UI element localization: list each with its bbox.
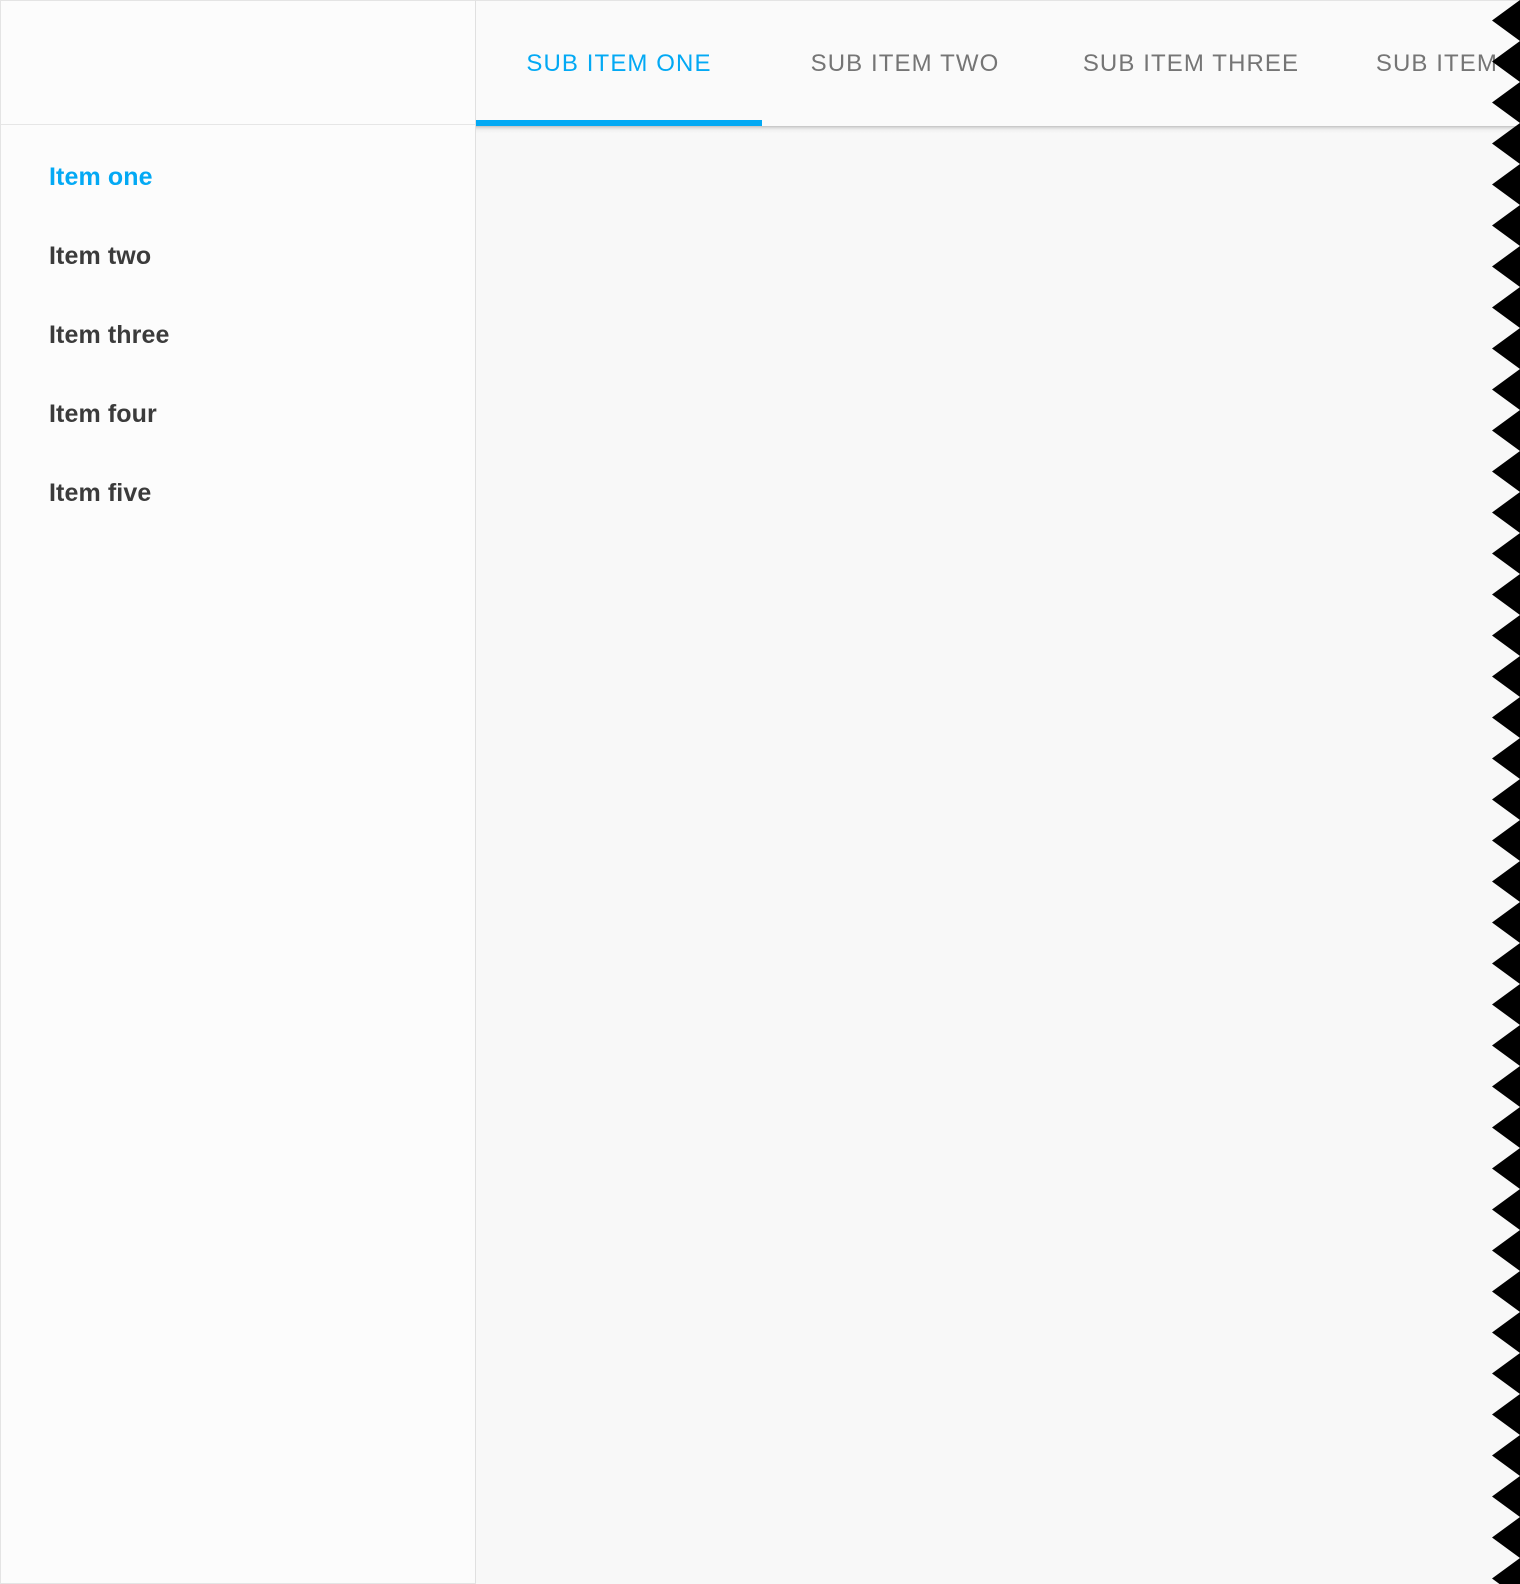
app-root: Item one Item two Item three Item four I… [0, 0, 1520, 1584]
sidebar-item-one[interactable]: Item one [1, 160, 475, 239]
sidebar-item-two[interactable]: Item two [1, 239, 475, 318]
tab-active-indicator [476, 120, 762, 126]
sidebar-header [1, 1, 475, 125]
sidebar-nav-list: Item one Item two Item three Item four I… [1, 126, 475, 1583]
tab-sub-item-two[interactable]: SUB ITEM TWO [762, 1, 1048, 127]
sidebar-item-four[interactable]: Item four [1, 397, 475, 476]
sidebar: Item one Item two Item three Item four I… [0, 0, 476, 1584]
tab-list: SUB ITEM ONE SUB ITEM TWO SUB ITEM THREE… [476, 1, 1520, 127]
tab-sub-item-one[interactable]: SUB ITEM ONE [476, 1, 762, 127]
tab-sub-item-three[interactable]: SUB ITEM THREE [1048, 1, 1334, 127]
tab-bar-shadow [476, 126, 1520, 133]
tab-bar: SUB ITEM ONE SUB ITEM TWO SUB ITEM THREE… [476, 0, 1520, 126]
content-area: SUB ITEM ONE SUB ITEM TWO SUB ITEM THREE… [476, 0, 1520, 1584]
tab-content-panel [476, 133, 1520, 1584]
sidebar-item-five[interactable]: Item five [1, 476, 475, 555]
sidebar-item-three[interactable]: Item three [1, 318, 475, 397]
tab-sub-item-four[interactable]: SUB ITEM FOUR [1334, 1, 1520, 127]
